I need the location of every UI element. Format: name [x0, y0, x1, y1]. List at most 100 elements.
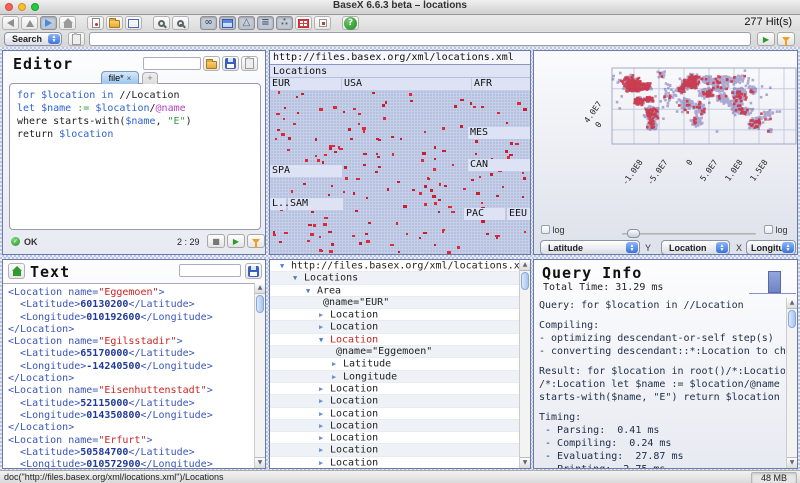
expanded-icon[interactable]: ▼	[293, 272, 304, 284]
search-input[interactable]	[89, 32, 751, 46]
region-label[interactable]: L..	[270, 198, 287, 210]
expanded-icon[interactable]: ▼	[319, 334, 330, 346]
scroll-down-button[interactable]: ▼	[787, 457, 797, 468]
map-root-node[interactable]: Locations	[270, 65, 530, 78]
dot-size-slider[interactable]	[622, 229, 756, 239]
tree-row[interactable]: ▼Locations	[270, 272, 519, 284]
text-scrollbar[interactable]: ▲ ▼	[254, 283, 265, 468]
new-tab-button[interactable]: +	[142, 72, 158, 84]
home-button[interactable]	[59, 16, 76, 30]
y-axis-select[interactable]: Latitude ▲▼	[540, 240, 640, 255]
scroll-up-button[interactable]: ▲	[255, 283, 265, 294]
tree-row[interactable]: ▶Location	[270, 321, 519, 333]
explorer-view-toggle[interactable]	[314, 16, 331, 30]
open-button[interactable]	[106, 16, 123, 30]
scroll-down-button[interactable]: ▼	[520, 457, 530, 468]
editor-stop-button[interactable]: ■	[207, 234, 225, 248]
scroll-down-button[interactable]: ▼	[255, 457, 265, 468]
tree-row[interactable]: ▶Location	[270, 444, 519, 456]
x-axis-select[interactable]: Longitude ▲▼	[746, 240, 796, 255]
new-button[interactable]	[87, 16, 104, 30]
properties-button[interactable]	[125, 16, 142, 30]
collapsed-icon[interactable]: ▶	[319, 444, 330, 456]
editor-tab-file[interactable]: file* ×	[101, 71, 139, 84]
tree-row[interactable]: ▶Location	[270, 432, 519, 444]
forward-button[interactable]	[40, 16, 57, 30]
tree-row[interactable]: @name="EUR"	[270, 297, 519, 309]
slider-thumb[interactable]	[627, 229, 640, 238]
scroll-thumb[interactable]	[256, 295, 264, 313]
collapsed-icon[interactable]: ▶	[319, 395, 330, 407]
region-label[interactable]: SPA	[270, 165, 343, 177]
scroll-up-button[interactable]: ▲	[787, 298, 797, 309]
zoom-details-button[interactable]	[172, 16, 189, 30]
text-output[interactable]: <Location name="Eggemoen"> <Latitude>601…	[3, 283, 254, 468]
treemap[interactable]: EURUSAAFR MES CAN SPA L..SAM PACEEU	[270, 78, 530, 254]
item-select[interactable]: Location ▲▼	[661, 240, 730, 255]
tree-row[interactable]: ▶Location	[270, 420, 519, 432]
zoom-button[interactable]	[153, 16, 170, 30]
text-view-toggle[interactable]	[219, 16, 236, 30]
filter-results-button[interactable]	[777, 32, 795, 46]
scroll-thumb[interactable]	[788, 310, 796, 328]
region-label[interactable]: EUR	[270, 78, 342, 90]
collapsed-icon[interactable]: ▶	[319, 420, 330, 432]
collapsed-icon[interactable]: ▶	[319, 457, 330, 468]
region-label[interactable]: AFR	[472, 78, 531, 90]
back-button[interactable]	[2, 16, 19, 30]
tree-row[interactable]: ▶Location	[270, 457, 519, 468]
collapsed-icon[interactable]: ▶	[319, 321, 330, 333]
scroll-thumb[interactable]	[521, 272, 529, 290]
up-button[interactable]	[21, 16, 38, 30]
memory-indicator[interactable]: 48 MB	[751, 472, 797, 483]
region-label[interactable]: SAM	[288, 198, 344, 210]
editor-clipboard-button[interactable]	[241, 56, 258, 71]
editor-filter-button[interactable]	[247, 234, 265, 248]
collapsed-icon[interactable]: ▶	[332, 358, 343, 370]
plot-view-toggle[interactable]: ∴	[276, 16, 293, 30]
text-home-button[interactable]	[8, 263, 25, 279]
region-label[interactable]: PAC	[464, 208, 506, 220]
editor-filename-input[interactable]	[143, 57, 201, 70]
collapsed-icon[interactable]: ▶	[319, 309, 330, 321]
editor-save-button[interactable]	[222, 56, 239, 71]
log-checkbox[interactable]	[764, 225, 773, 234]
expanded-icon[interactable]: ▼	[280, 260, 291, 272]
map-view-toggle[interactable]: △	[238, 16, 255, 30]
region-label[interactable]: CAN	[468, 159, 531, 171]
query-info-text[interactable]: Query: for $location in //LocationCompil…	[539, 299, 785, 468]
tree-row[interactable]: @name="Eggemoen"	[270, 346, 519, 358]
table-view-toggle[interactable]	[295, 16, 312, 30]
editor-view-toggle[interactable]: ∞	[200, 16, 217, 30]
region-label[interactable]: MES	[468, 127, 531, 139]
slider-track[interactable]	[622, 233, 756, 235]
collapsed-icon[interactable]: ▶	[319, 432, 330, 444]
info-scrollbar[interactable]: ▲ ▼	[786, 298, 797, 468]
region-label[interactable]: EEU	[507, 208, 531, 220]
tree-row[interactable]: ▶Location	[270, 383, 519, 395]
titlebar[interactable]: BaseX 6.6.3 beta – locations	[0, 0, 800, 15]
folder-view-toggle[interactable]: ≡	[257, 16, 274, 30]
search-mode-select[interactable]: Search ▲▼	[4, 32, 62, 46]
tree-row[interactable]: ▼Location	[270, 334, 519, 346]
editor-open-button[interactable]	[203, 56, 220, 71]
run-query-button[interactable]: ▶	[757, 32, 775, 46]
map-document-url[interactable]: http://files.basex.org/xml/locations.xml	[270, 51, 530, 65]
tree-row[interactable]: ▶Latitude	[270, 358, 519, 370]
help-button[interactable]: ?	[342, 16, 359, 30]
expanded-icon[interactable]: ▼	[306, 285, 317, 297]
tree-row[interactable]: ▶Longitude	[270, 371, 519, 383]
text-filter-input[interactable]	[179, 264, 241, 277]
collapsed-icon[interactable]: ▶	[319, 383, 330, 395]
scroll-up-button[interactable]: ▲	[520, 260, 530, 271]
clipboard-button[interactable]	[68, 32, 85, 46]
collapsed-icon[interactable]: ▶	[332, 371, 343, 383]
region-label[interactable]: USA	[342, 78, 472, 90]
text-save-button[interactable]	[245, 263, 262, 279]
tree-row[interactable]: ▶Location	[270, 395, 519, 407]
tree-row[interactable]: ▶Location	[270, 408, 519, 420]
editor-code[interactable]: for $location in //Locationlet $name := …	[9, 83, 261, 230]
tree-scrollbar[interactable]: ▲ ▼	[519, 260, 530, 468]
tree-row[interactable]: ▼http://files.basex.org/xml/locations.xm…	[270, 260, 519, 272]
scatter-plot[interactable]: -1.0E8-5.0E705.0E71.0E81.5E84.0E70	[534, 51, 798, 255]
